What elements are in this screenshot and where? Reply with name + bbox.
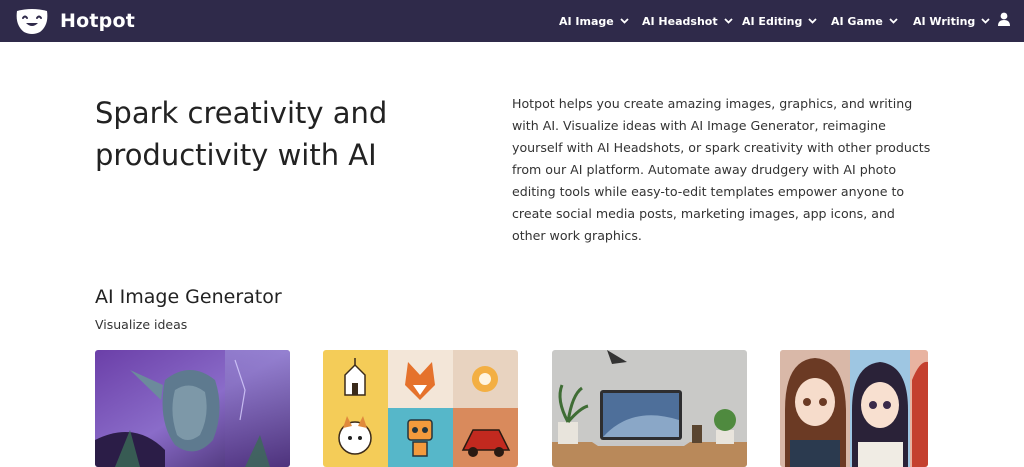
brand-name: Hotpot — [60, 10, 135, 32]
nav-label: AI Game — [831, 14, 883, 28]
nav-label: AI Image — [559, 14, 614, 28]
nav-item-ai-writing[interactable]: AI Writing — [913, 0, 990, 42]
hero-description: Hotpot helps you create amazing images, … — [512, 96, 931, 243]
section-subtitle: Visualize ideas — [95, 317, 188, 332]
nav-label: AI Writing — [913, 14, 976, 28]
chevron-down-icon — [620, 18, 629, 24]
anime-portraits-image — [780, 350, 928, 467]
user-account-icon[interactable] — [997, 12, 1011, 27]
example-image-card-anime[interactable] — [780, 350, 928, 467]
nav-label: AI Headshot — [642, 14, 718, 28]
hero-title: Spark creativity and productivity with A… — [95, 96, 388, 172]
laptop-desk-image — [552, 350, 747, 467]
nav-item-ai-image[interactable]: AI Image — [559, 0, 629, 42]
brand[interactable]: Hotpot — [14, 7, 135, 35]
example-image-card-workspace[interactable] — [552, 350, 747, 467]
nav-item-ai-headshot[interactable]: AI Headshot — [642, 0, 733, 42]
chevron-down-icon — [808, 18, 817, 24]
hotpot-logo-icon — [16, 9, 48, 34]
elf-portrait-image — [95, 350, 290, 467]
nav-item-ai-game[interactable]: AI Game — [831, 0, 898, 42]
nav-label: AI Editing — [742, 14, 803, 28]
example-image-card-fantasy[interactable] — [95, 350, 290, 467]
section-title: AI Image Generator — [95, 286, 282, 308]
top-navbar: Hotpot AI Image AI Headshot AI Editing A… — [0, 0, 1024, 42]
chevron-down-icon — [723, 18, 733, 24]
chevron-down-icon — [981, 18, 990, 24]
example-image-card-icons[interactable] — [323, 350, 518, 467]
icon-grid-image — [323, 350, 518, 467]
chevron-down-icon — [889, 18, 898, 24]
nav-item-ai-editing[interactable]: AI Editing — [742, 0, 817, 42]
